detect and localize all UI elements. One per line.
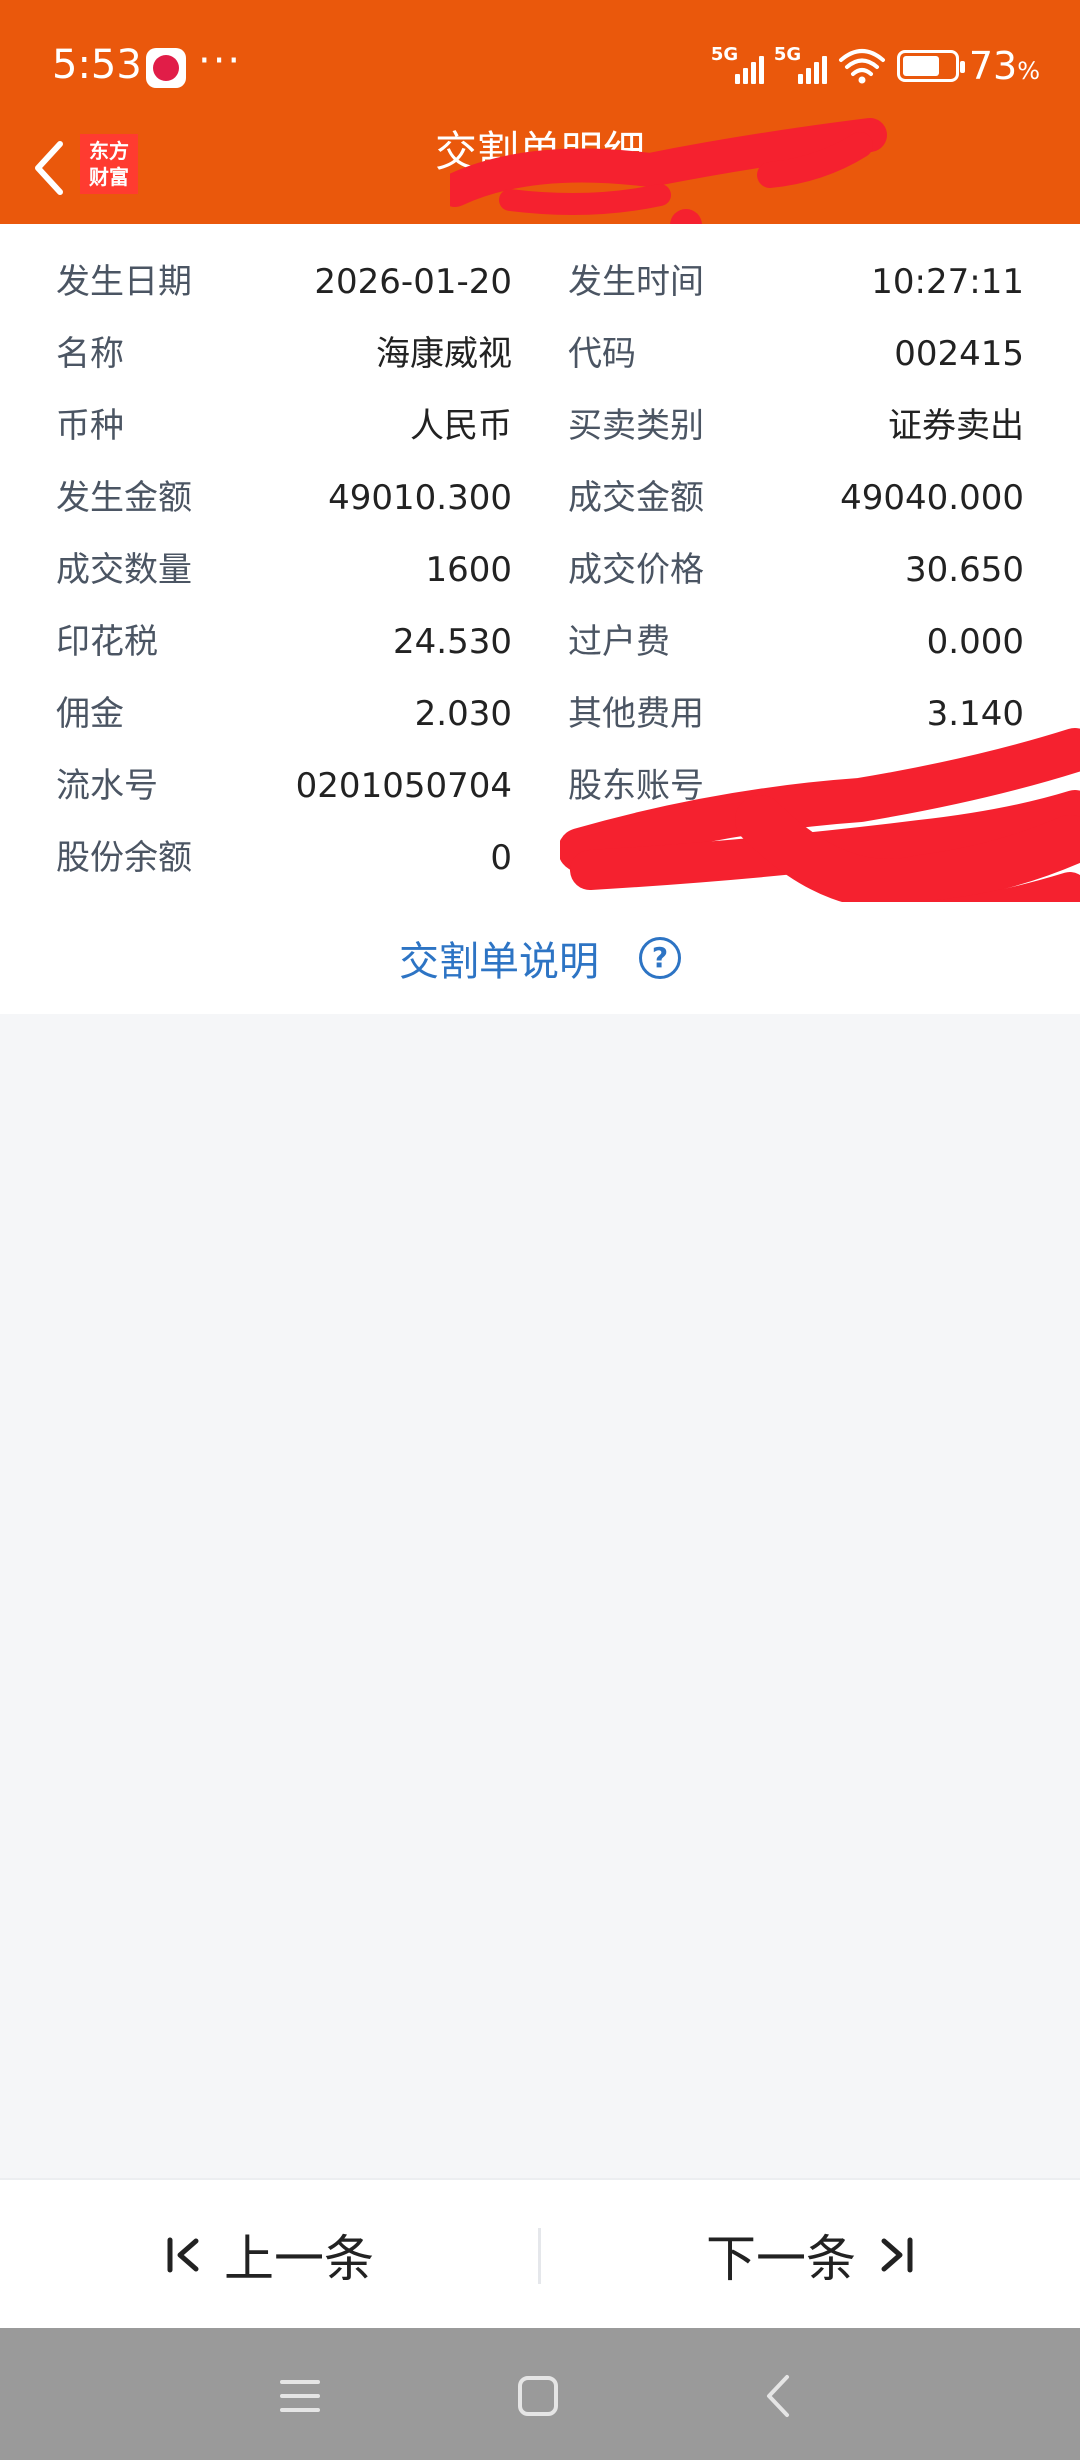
app-notification-icon [146, 48, 186, 88]
field-value: 人民币 [410, 406, 512, 446]
battery-icon [896, 50, 965, 82]
field-label: 买卖类别 [568, 406, 704, 446]
field-label: 代码 [568, 334, 636, 374]
status-bar: 5:53 ··· 5G 5G 73% [0, 0, 1080, 130]
signal-1-icon: 5G [711, 44, 764, 84]
bottom-nav-bar: 上一条 下一条 [0, 2178, 1080, 2328]
detail-row: 币种 人民币 买卖类别 证券卖出 [0, 390, 1080, 462]
explain-link[interactable]: 交割单说明 [399, 929, 599, 987]
field-value: 1600 [425, 550, 512, 590]
signal-1-label: 5G [710, 44, 739, 65]
field-label: 成交数量 [56, 550, 192, 590]
field-label: 股东账号 [568, 766, 704, 806]
field-label: 股份余额 [56, 838, 192, 878]
last-page-icon [881, 2237, 913, 2273]
field-label: 其他费用 [568, 694, 704, 734]
prev-record-button[interactable]: 上一条 [0, 2180, 538, 2330]
field-label: 成交金额 [568, 478, 704, 518]
field-label: 成交价格 [568, 550, 704, 590]
detail-grid: 发生日期 2026-01-20 发生时间 10:27:11 名称 海康威视 代码… [0, 246, 1080, 894]
system-nav-bar [0, 2328, 1080, 2460]
field-value: 2.030 [414, 694, 512, 734]
more-notifications-icon: ··· [198, 38, 243, 84]
next-record-button[interactable]: 下一条 [542, 2180, 1080, 2330]
next-record-label: 下一条 [706, 2230, 856, 2288]
field-label: 发生时间 [568, 262, 704, 302]
field-label: 佣金 [56, 694, 124, 734]
header: 5:53 ··· 5G 5G 73% 东方 财富 交割单明细 [0, 0, 1080, 224]
field-value: 0201050704 [295, 766, 512, 806]
field-value: 49040.000 [840, 478, 1024, 518]
field-value: 0 [490, 838, 512, 878]
system-back-button[interactable] [748, 2366, 808, 2426]
detail-row: 名称 海康威视 代码 002415 [0, 318, 1080, 390]
status-time: 5:53 [52, 42, 142, 88]
nav-separator [538, 2228, 541, 2284]
field-value: 海康威视 [376, 334, 512, 374]
prev-record-label: 上一条 [224, 2230, 374, 2288]
field-label: 过户费 [568, 622, 670, 662]
back-arrow-icon [767, 2375, 789, 2417]
page-title: 交割单明细 [434, 127, 645, 176]
detail-row: 股份余额 0 [0, 822, 1080, 894]
field-value: 002415 [894, 334, 1024, 374]
menu-icon [280, 2380, 320, 2412]
field-label: 印花税 [56, 622, 158, 662]
field-value: 0.000 [926, 622, 1024, 662]
signal-2-icon: 5G [774, 44, 827, 84]
title-bar: 东方 财富 交割单明细 [0, 120, 1080, 224]
home-icon [518, 2376, 558, 2416]
field-value: 证券卖出 [888, 406, 1024, 446]
field-value: 49010.300 [328, 478, 512, 518]
field-value: 10:27:11 [871, 262, 1024, 302]
field-value: 3.140 [926, 694, 1024, 734]
wifi-icon [838, 49, 885, 84]
field-label: 币种 [56, 406, 124, 446]
field-label: 流水号 [56, 766, 158, 806]
home-button[interactable] [508, 2366, 568, 2426]
detail-row: 发生日期 2026-01-20 发生时间 10:27:11 [0, 246, 1080, 318]
field-label: 发生日期 [56, 262, 192, 302]
battery-percent: 73% [968, 44, 1040, 88]
explain-row[interactable]: 交割单说明 ? [0, 902, 1080, 1014]
detail-row: 成交数量 1600 成交价格 30.650 [0, 534, 1080, 606]
detail-row: 发生金额 49010.300 成交金额 49040.000 [0, 462, 1080, 534]
detail-row: 印花税 24.530 过户费 0.000 [0, 606, 1080, 678]
field-value: 30.650 [905, 550, 1024, 590]
field-label: 发生金额 [56, 478, 192, 518]
field-value: 2026-01-20 [314, 262, 512, 302]
menu-button[interactable] [270, 2366, 330, 2426]
field-label: 名称 [56, 334, 124, 374]
field-value: 24.530 [393, 622, 512, 662]
detail-row: 流水号 0201050704 股东账号 [0, 750, 1080, 822]
status-icons: 5G 5G 73% [711, 44, 1040, 88]
signal-2-label: 5G [773, 44, 802, 65]
help-icon[interactable]: ? [639, 937, 681, 979]
detail-card: 发生日期 2026-01-20 发生时间 10:27:11 名称 海康威视 代码… [0, 224, 1080, 904]
detail-row: 佣金 2.030 其他费用 3.140 [0, 678, 1080, 750]
first-page-icon [167, 2237, 199, 2273]
